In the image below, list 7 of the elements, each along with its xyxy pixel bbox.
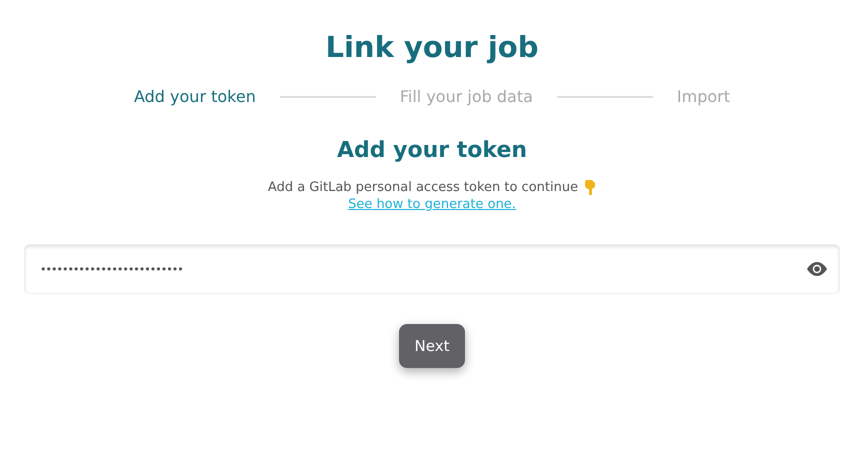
next-button[interactable]: Next xyxy=(398,324,466,368)
description-text: Add a GitLab personal access token to continue xyxy=(268,180,578,194)
section-heading: Add your token xyxy=(336,138,528,163)
step-label[interactable]: Add your token xyxy=(134,87,256,106)
page-title: Link your job xyxy=(326,30,538,64)
token-field[interactable]: •••••••••••••••••••••••••• xyxy=(24,244,840,294)
eye-icon[interactable] xyxy=(805,261,829,277)
